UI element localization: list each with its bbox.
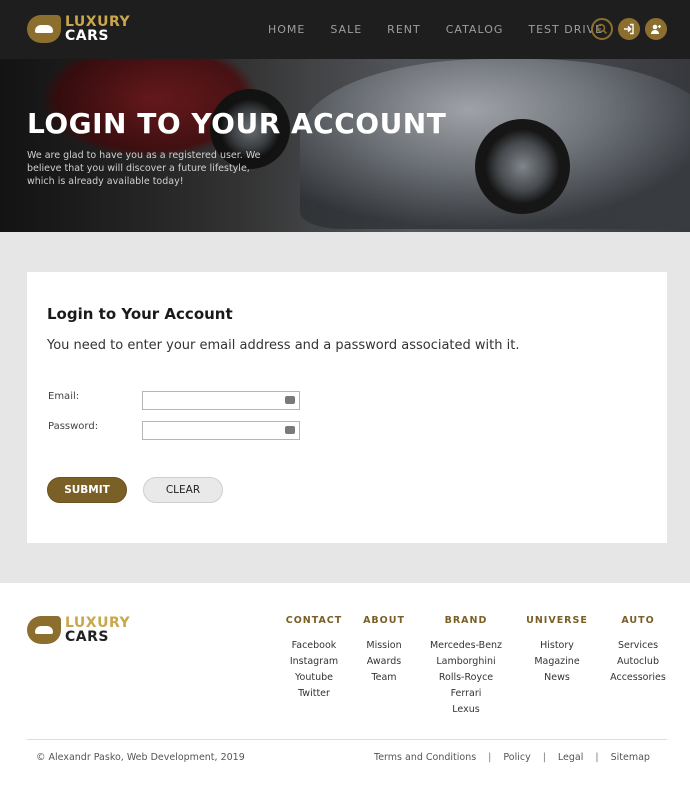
- footer-link[interactable]: Accessories: [606, 670, 670, 686]
- header-icons: [591, 18, 667, 40]
- footer-link[interactable]: Awards: [359, 654, 409, 670]
- sitemap-link[interactable]: Sitemap: [611, 752, 650, 763]
- footer-link[interactable]: Magazine: [526, 654, 588, 670]
- footer-column-contact: CONTACT Facebook Instagram Youtube Twitt…: [284, 615, 344, 702]
- footer-heading: CONTACT: [285, 615, 343, 626]
- page-title: LOGIN TO YOUR ACCOUNT: [27, 107, 447, 140]
- footer-legal-links: Terms and Conditions | Policy | Legal | …: [374, 752, 650, 763]
- footer-link[interactable]: Team: [359, 670, 409, 686]
- footer-logo[interactable]: LUXURY CARS: [27, 616, 130, 644]
- submit-button[interactable]: SUBMIT: [47, 477, 127, 503]
- login-title: Login to Your Account: [47, 305, 233, 323]
- footer-link[interactable]: News: [526, 670, 588, 686]
- footer-link[interactable]: Ferrari: [426, 686, 506, 702]
- footer-link[interactable]: Lexus: [426, 702, 506, 718]
- footer-link[interactable]: Facebook: [284, 638, 344, 654]
- legal-link[interactable]: Legal: [558, 752, 583, 763]
- footer-link[interactable]: Twitter: [284, 686, 344, 702]
- separator: |: [542, 752, 546, 763]
- autofill-icon[interactable]: [285, 426, 295, 434]
- login-description: You need to enter your email address and…: [47, 338, 520, 353]
- separator: |: [488, 752, 492, 763]
- car-logo-icon: [27, 15, 61, 43]
- logo[interactable]: LUXURY CARS: [27, 15, 130, 43]
- autofill-icon[interactable]: [285, 396, 295, 404]
- add-user-icon[interactable]: [645, 18, 667, 40]
- hero-subtitle: We are glad to have you as a registered …: [27, 150, 261, 187]
- password-label: Password:: [48, 421, 99, 432]
- logo-text-bottom: CARS: [65, 629, 109, 645]
- policy-link[interactable]: Policy: [503, 752, 530, 763]
- footer-heading: ABOUT: [363, 615, 405, 626]
- footer-link[interactable]: Instagram: [284, 654, 344, 670]
- login-icon[interactable]: [618, 18, 640, 40]
- car-logo-icon: [27, 616, 61, 644]
- footer-column-universe: UNIVERSE History Magazine News: [526, 615, 588, 686]
- terms-link[interactable]: Terms and Conditions: [374, 752, 476, 763]
- footer-link[interactable]: Rolls-Royce: [426, 670, 506, 686]
- footer-heading: BRAND: [444, 615, 488, 626]
- site-header: LUXURY CARS HOME SALE RENT CATALOG TEST …: [0, 0, 690, 59]
- footer-link[interactable]: Mercedes-Benz: [426, 638, 506, 654]
- footer-column-brand: BRAND Mercedes-Benz Lamborghini Rolls-Ro…: [426, 615, 506, 718]
- footer-link[interactable]: Services: [606, 638, 670, 654]
- search-icon[interactable]: [591, 18, 613, 40]
- separator: |: [595, 752, 599, 763]
- footer-divider: [27, 739, 667, 740]
- footer-link[interactable]: Autoclub: [606, 654, 670, 670]
- nav-home[interactable]: HOME: [268, 23, 305, 36]
- clear-button[interactable]: CLEAR: [143, 477, 223, 503]
- hero-banner: LOGIN TO YOUR ACCOUNT We are glad to hav…: [0, 59, 690, 232]
- nav-rent[interactable]: RENT: [387, 23, 421, 36]
- nav-catalog[interactable]: CATALOG: [446, 23, 504, 36]
- logo-text-top: LUXURY: [65, 14, 131, 30]
- footer-link[interactable]: History: [526, 638, 588, 654]
- email-field[interactable]: [142, 391, 300, 410]
- logo-text-top: LUXURY: [65, 615, 131, 631]
- footer-column-auto: AUTO Services Autoclub Accessories: [606, 615, 670, 686]
- footer-column-about: ABOUT Mission Awards Team: [359, 615, 409, 686]
- email-label: Email:: [48, 391, 80, 402]
- footer-heading: UNIVERSE: [526, 615, 588, 626]
- footer-link[interactable]: Youtube: [284, 670, 344, 686]
- footer-heading: AUTO: [621, 615, 655, 626]
- nav-sale[interactable]: SALE: [330, 23, 362, 36]
- copyright: © Alexandr Pasko, Web Development, 2019: [36, 752, 245, 763]
- logo-text-bottom: CARS: [65, 28, 109, 44]
- password-field[interactable]: [142, 421, 300, 440]
- footer-link[interactable]: Mission: [359, 638, 409, 654]
- site-footer: LUXURY CARS CONTACT Facebook Instagram Y…: [0, 583, 690, 791]
- footer-link[interactable]: Lamborghini: [426, 654, 506, 670]
- main-nav: HOME SALE RENT CATALOG TEST DRIVE: [268, 23, 628, 36]
